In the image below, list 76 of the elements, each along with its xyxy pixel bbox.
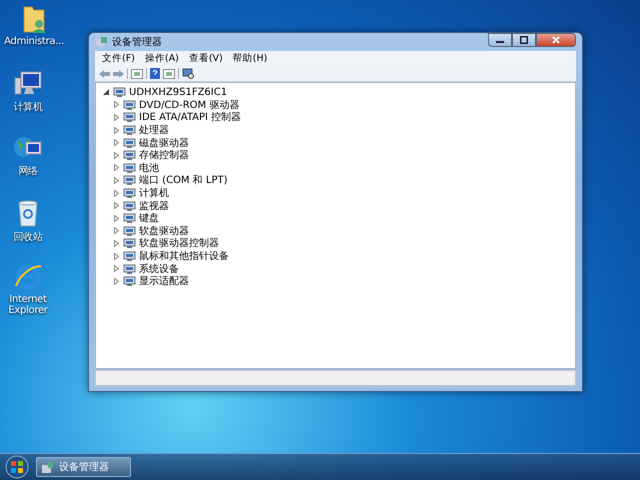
tree-item[interactable]: IDE ATA/ATAPI 控制器	[139, 110, 242, 124]
tree-item[interactable]: 系统设备	[139, 262, 179, 276]
back-arrow-icon[interactable]	[99, 68, 110, 78]
trash-bin-icon[interactable]	[16, 198, 40, 228]
close-button[interactable]	[536, 33, 576, 47]
device-icon	[123, 98, 136, 111]
computer-scan-icon[interactable]	[182, 68, 194, 79]
tree-item[interactable]: 键盘	[139, 211, 159, 226]
tree-item[interactable]: 存储控制器	[139, 148, 189, 162]
expand-arrow[interactable]	[112, 101, 120, 108]
taskbar-button[interactable]: 设备管理器	[36, 457, 131, 477]
tree-item[interactable]: 磁盘驱动器	[139, 136, 189, 150]
help-icon[interactable]	[150, 68, 160, 79]
tree-item[interactable]: 处理器	[139, 123, 169, 138]
folder-icon[interactable]	[21, 4, 47, 34]
browser-icon[interactable]	[13, 262, 43, 292]
expand-arrow[interactable]	[112, 240, 120, 247]
tree-item[interactable]: UDHXHZ9S1FZ6IC1	[129, 86, 228, 98]
expand-arrow[interactable]	[112, 126, 120, 134]
tree-item[interactable]: 监视器	[139, 198, 169, 213]
device-icon	[123, 149, 136, 162]
collapse-arrow[interactable]	[102, 89, 110, 96]
maximize-icon	[520, 36, 528, 44]
device-icon	[123, 124, 136, 136]
device-manager-icon	[95, 36, 108, 48]
desktop-icon-label: 回收站	[13, 230, 43, 244]
expand-arrow[interactable]	[112, 252, 120, 260]
expand-arrow[interactable]	[112, 152, 120, 159]
device-icon	[123, 250, 136, 262]
tree-item[interactable]: 端口 (COM 和 LPT)	[139, 173, 228, 188]
expand-arrow[interactable]	[112, 114, 120, 121]
window-title: 设备管理器	[112, 36, 163, 49]
menu-item[interactable]: 操作(A)	[140, 52, 184, 65]
tree-item[interactable]: 显示适配器	[139, 274, 189, 288]
device-icon	[123, 187, 136, 200]
device-icon	[123, 237, 136, 250]
menu-item[interactable]: 查看(V)	[184, 52, 228, 65]
expand-arrow[interactable]	[112, 227, 120, 234]
expand-arrow[interactable]	[112, 139, 120, 146]
expand-arrow[interactable]	[112, 164, 120, 172]
forward-arrow-icon[interactable]	[113, 68, 124, 78]
desktop-icon-label: 计算机	[13, 100, 43, 114]
window-pane-icon[interactable]	[163, 68, 175, 78]
window-pane-icon[interactable]	[131, 68, 143, 78]
device-icon	[123, 275, 136, 288]
device-icon	[123, 162, 136, 174]
device-icon	[123, 212, 136, 224]
menu-item[interactable]: 帮助(H)	[228, 52, 272, 65]
tree-item[interactable]: 计算机	[139, 186, 169, 200]
tree-item[interactable]: 软盘驱动器控制器	[139, 236, 219, 250]
start-button[interactable]	[4, 455, 30, 479]
expand-arrow[interactable]	[112, 214, 120, 222]
expand-arrow[interactable]	[112, 202, 120, 210]
expand-arrow[interactable]	[112, 278, 120, 285]
device-icon	[113, 86, 126, 98]
device-manager-icon	[41, 460, 54, 474]
expand-arrow[interactable]	[112, 190, 120, 197]
expand-arrow[interactable]	[112, 176, 120, 184]
close-icon	[552, 36, 560, 44]
desktop-icon-label: 网络	[18, 165, 38, 178]
expand-arrow[interactable]	[112, 265, 120, 272]
device-icon	[123, 200, 136, 212]
tree-item[interactable]: DVD/CD-ROM 驱动器	[139, 98, 240, 112]
minimize-button[interactable]	[488, 33, 512, 47]
device-icon	[123, 111, 136, 124]
tree-item[interactable]: 电池	[139, 160, 159, 175]
menu-item[interactable]: 文件(F)	[97, 52, 140, 65]
tree-item[interactable]: 鼠标和其他指针设备	[139, 249, 229, 264]
device-icon	[123, 224, 136, 237]
device-icon	[123, 174, 136, 186]
tree-item[interactable]: 软盘驱动器	[139, 224, 189, 238]
maximize-button[interactable]	[512, 33, 536, 47]
desktop-icon-label: Administra...	[4, 36, 64, 47]
device-icon	[123, 136, 136, 149]
desktop-icon-label: Internet Explorer	[7, 294, 49, 316]
device-icon	[123, 262, 136, 275]
